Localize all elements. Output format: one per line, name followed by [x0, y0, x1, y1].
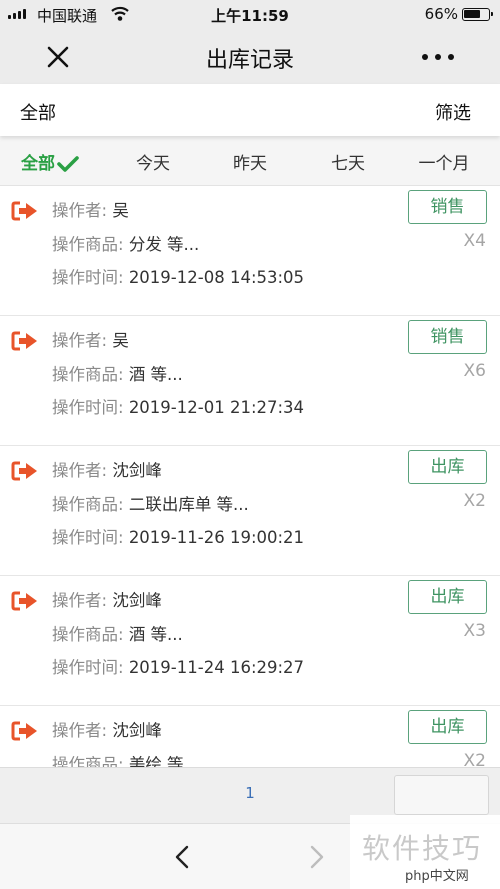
operator-value: 沈剑峰	[112, 461, 162, 480]
record-item[interactable]: 操作者: 沈剑峰 操作商品: 酒 等... 操作时间: 2019-11-24 1…	[0, 576, 500, 706]
stock-out-icon	[11, 201, 37, 221]
operator-value: 沈剑峰	[112, 591, 162, 610]
quantity: X3	[463, 621, 486, 641]
forward-arrow-icon[interactable]	[303, 842, 329, 872]
record-item[interactable]: 操作者: 吴 操作商品: 分发 等... 操作时间: 2019-12-08 14…	[0, 186, 500, 316]
record-type-button[interactable]: 销售	[408, 320, 487, 354]
operator-label: 操作者:	[52, 461, 108, 480]
time-value: 2019-11-26 19:00:21	[128, 528, 305, 547]
goods-value: 酒 等...	[128, 625, 183, 644]
tab-label: 今天	[136, 154, 170, 174]
record-type-button[interactable]: 出库	[408, 580, 487, 614]
status-bar: 中国联通 上午11:59 66%	[0, 0, 500, 30]
operator-value: 吴	[112, 331, 129, 350]
stock-out-icon	[11, 721, 37, 741]
stock-out-icon	[11, 331, 37, 351]
goods-value: 分发 等...	[128, 235, 200, 254]
back-arrow-icon[interactable]	[170, 842, 196, 872]
record-item[interactable]: 操作者: 吴 操作商品: 酒 等... 操作时间: 2019-12-01 21:…	[0, 316, 500, 446]
title-bar: 出库记录	[0, 30, 500, 84]
quantity: X6	[463, 361, 486, 381]
page-jump-input[interactable]	[394, 775, 489, 815]
quantity: X2	[463, 491, 486, 511]
page-number-link[interactable]: 1	[236, 784, 264, 802]
operator-value: 沈剑峰	[112, 721, 162, 740]
category-all-dropdown[interactable]: 全部	[20, 99, 56, 125]
tab-label: 七天	[331, 154, 365, 174]
watermark: 软件技巧 php中文网	[350, 815, 500, 889]
goods-label: 操作商品:	[52, 495, 124, 514]
tab-today[interactable]: 今天	[103, 149, 203, 174]
goods-label: 操作商品:	[52, 625, 124, 644]
tab-all[interactable]: 全部	[0, 149, 100, 174]
tab-label: 一个月	[418, 154, 470, 174]
operator-label: 操作者:	[52, 201, 108, 220]
time-label: 操作时间:	[52, 268, 124, 287]
filter-button[interactable]: 筛选	[435, 99, 471, 125]
battery-percent: 66%	[424, 5, 458, 23]
operator-value: 吴	[112, 201, 129, 220]
quantity: X4	[463, 231, 486, 251]
stock-out-icon	[11, 461, 37, 481]
record-type-button[interactable]: 出库	[408, 710, 487, 744]
stock-out-icon	[11, 591, 37, 611]
tab-label: 昨天	[233, 154, 267, 174]
date-tabs: 全部 今天 昨天 七天 一个月	[0, 136, 500, 186]
time-label: 操作时间:	[52, 658, 124, 677]
record-type-button[interactable]: 出库	[408, 450, 487, 484]
time-value: 2019-11-24 16:29:27	[128, 658, 305, 677]
battery-icon	[462, 8, 493, 21]
operator-label: 操作者:	[52, 331, 108, 350]
watermark-logo: php中文网	[405, 869, 469, 884]
time-label: 操作时间:	[52, 528, 124, 547]
tab-one-month[interactable]: 一个月	[394, 149, 494, 174]
time-value: 2019-12-08 14:53:05	[128, 268, 305, 287]
time-value: 2019-12-01 21:27:34	[128, 398, 305, 417]
tab-yesterday[interactable]: 昨天	[200, 149, 300, 174]
tab-seven-days[interactable]: 七天	[298, 149, 398, 174]
time-label: 操作时间:	[52, 398, 124, 417]
goods-label: 操作商品:	[52, 235, 124, 254]
checkmark-icon	[57, 156, 79, 172]
filter-bar: 全部 筛选	[0, 84, 500, 136]
operator-label: 操作者:	[52, 591, 108, 610]
goods-value: 酒 等...	[128, 365, 183, 384]
more-icon[interactable]	[422, 54, 454, 60]
watermark-text: 软件技巧	[362, 832, 483, 865]
goods-label: 操作商品:	[52, 365, 124, 384]
record-type-button[interactable]: 销售	[408, 190, 487, 224]
tab-label: 全部	[21, 154, 55, 174]
record-item[interactable]: 操作者: 沈剑峰 操作商品: 二联出库单 等... 操作时间: 2019-11-…	[0, 446, 500, 576]
goods-value: 二联出库单 等...	[128, 495, 249, 514]
operator-label: 操作者:	[52, 721, 108, 740]
